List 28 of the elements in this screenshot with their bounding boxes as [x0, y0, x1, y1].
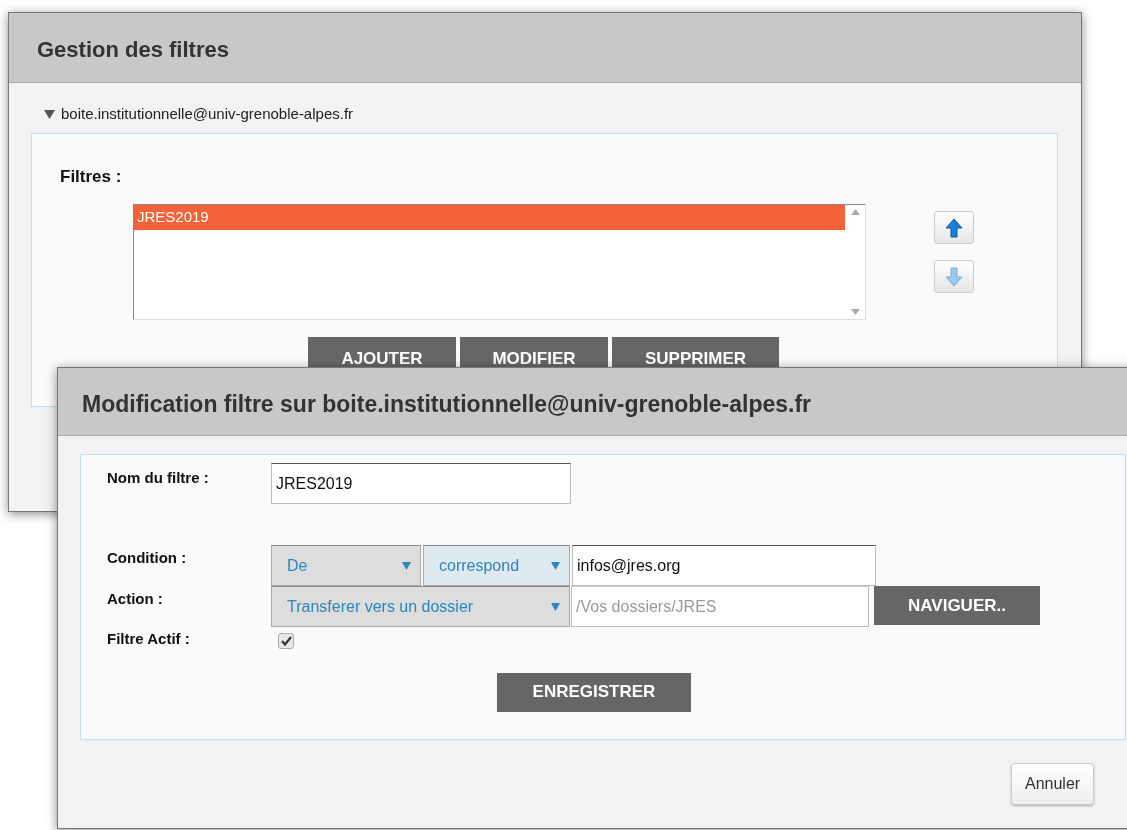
save-button[interactable]: ENREGISTRER [497, 672, 691, 712]
caret-icon [551, 602, 560, 611]
filter-item[interactable]: JRES2019 [134, 205, 845, 230]
up-arrow-icon [945, 217, 963, 238]
check-icon [280, 636, 292, 646]
action-dropdown[interactable]: Transferer vers un dossier [271, 586, 570, 627]
active-checkbox[interactable] [278, 633, 294, 649]
move-up-button[interactable] [934, 211, 974, 244]
down-arrow-icon [945, 266, 963, 287]
caret-icon [402, 561, 411, 570]
field-label: Action : [107, 589, 164, 609]
dialog-title: Modification filtre sur boite.institutionnelle@univ-grenoble-alpes.fr [58, 368, 1127, 436]
account-label[interactable]: boite.institutionnelle@univ-grenoble-alpes.fr [61, 103, 354, 126]
condition-value-field[interactable]: infos@jres.org [572, 545, 876, 586]
operator-dropdown[interactable]: correspond [423, 545, 570, 586]
field-label: Nom du filtre : [107, 468, 210, 488]
folder-path-field[interactable]: /Vos dossiers/JRES [571, 586, 869, 627]
window-title: Gestion des filtres [9, 13, 1081, 83]
cancel-button[interactable]: Annuler [1011, 763, 1095, 805]
filter-name-field[interactable]: JRES2019 [271, 463, 571, 504]
expand-icon[interactable] [44, 109, 55, 120]
field-label: Filtre Actif : [107, 629, 191, 649]
filter-list[interactable]: JRES2019 [133, 204, 866, 320]
browse-button[interactable]: NAVIGUER.. [874, 586, 1040, 625]
field-label: Condition : [107, 548, 188, 568]
filters-label: Filtres : [60, 165, 123, 188]
field-dropdown[interactable]: De [271, 545, 421, 586]
caret-icon [551, 561, 560, 570]
